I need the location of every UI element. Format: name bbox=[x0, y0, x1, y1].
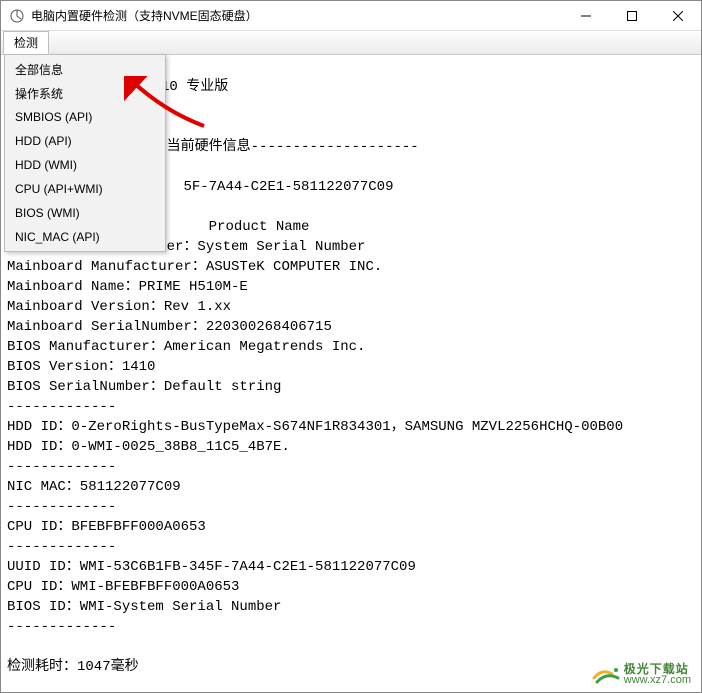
window-controls bbox=[563, 1, 701, 30]
menu-item-smbios[interactable]: SMBIOS (API) bbox=[0, 105, 163, 129]
menu-bar: 检测 bbox=[1, 31, 701, 55]
out-line: CPU ID：WMI-BFEBFBFF000A0653 bbox=[7, 579, 239, 595]
watermark-logo-icon bbox=[592, 664, 620, 686]
section-title: 当前硬件信息 bbox=[167, 139, 251, 155]
out-line: ------------- bbox=[7, 459, 116, 475]
out-line: Mainboard Manufacturer：ASUSTeK COMPUTER … bbox=[7, 259, 382, 275]
out-line: HDD ID：0-ZeroRights-BusTypeMax-S674NF1R8… bbox=[7, 419, 623, 435]
out-line: CPU ID：BFEBFBFF000A0653 bbox=[7, 519, 206, 535]
out-line: ------------- bbox=[7, 399, 116, 415]
out-line: ------------- bbox=[7, 619, 116, 635]
menu-item-os[interactable]: 操作系统 bbox=[0, 81, 163, 105]
menu-item-cpu[interactable]: CPU (API+WMI) bbox=[0, 177, 163, 201]
menu-item-hdd-api[interactable]: HDD (API) bbox=[0, 129, 163, 153]
menu-item-nic-mac[interactable]: NIC_MAC (API) bbox=[0, 225, 163, 249]
window-title: 电脑内置硬件检测（支持NVME固态硬盘） bbox=[31, 7, 563, 24]
watermark: 极光下载站 www.xz7.com bbox=[592, 663, 691, 686]
out-line: BIOS Version：1410 bbox=[7, 359, 155, 375]
out-line: UUID ID：WMI-53C6B1FB-345F-7A44-C2E1-5811… bbox=[7, 559, 416, 575]
out-line: ------------- bbox=[7, 539, 116, 555]
menu-dropdown: 全部信息 操作系统 SMBIOS (API) HDD (API) HDD (WM… bbox=[4, 54, 166, 252]
out-line: 检测耗时：1047毫秒 bbox=[7, 659, 139, 675]
menu-item-all-info[interactable]: 全部信息 bbox=[0, 57, 163, 81]
menu-item-hdd-wmi[interactable]: HDD (WMI) bbox=[0, 153, 163, 177]
watermark-url: www.xz7.com bbox=[624, 675, 691, 686]
menu-detect-label: 检测 bbox=[14, 34, 38, 51]
watermark-text: 极光下载站 www.xz7.com bbox=[624, 663, 691, 686]
minimize-button[interactable] bbox=[563, 1, 609, 30]
product-name-fragment: Product Name bbox=[209, 219, 310, 235]
close-button[interactable] bbox=[655, 1, 701, 30]
app-icon bbox=[9, 8, 25, 24]
maximize-button[interactable] bbox=[609, 1, 655, 30]
menu-item-bios[interactable]: BIOS (WMI) bbox=[0, 201, 163, 225]
out-line: Mainboard SerialNumber：220300268406715 bbox=[7, 319, 332, 335]
out-line: HDD ID：0-WMI-0025_38B8_11C5_4B7E. bbox=[7, 439, 290, 455]
title-bar: 电脑内置硬件检测（支持NVME固态硬盘） bbox=[1, 1, 701, 31]
out-line: BIOS ID：WMI-System Serial Number bbox=[7, 599, 281, 615]
out-line: Mainboard Version：Rev 1.xx bbox=[7, 299, 231, 315]
menu-detect[interactable]: 检测 bbox=[3, 31, 49, 54]
section-dash-right: -------------------- bbox=[251, 139, 419, 155]
out-line: Mainboard Name：PRIME H510M-E bbox=[7, 279, 248, 295]
guid-fragment: 5F-7A44-C2E1-581122077C09 bbox=[183, 179, 393, 195]
out-line: NIC MAC：581122077C09 bbox=[7, 479, 181, 495]
out-line: BIOS Manufacturer：American Megatrends In… bbox=[7, 339, 365, 355]
out-line: BIOS SerialNumber：Default string bbox=[7, 379, 281, 395]
out-line: ------------- bbox=[7, 499, 116, 515]
